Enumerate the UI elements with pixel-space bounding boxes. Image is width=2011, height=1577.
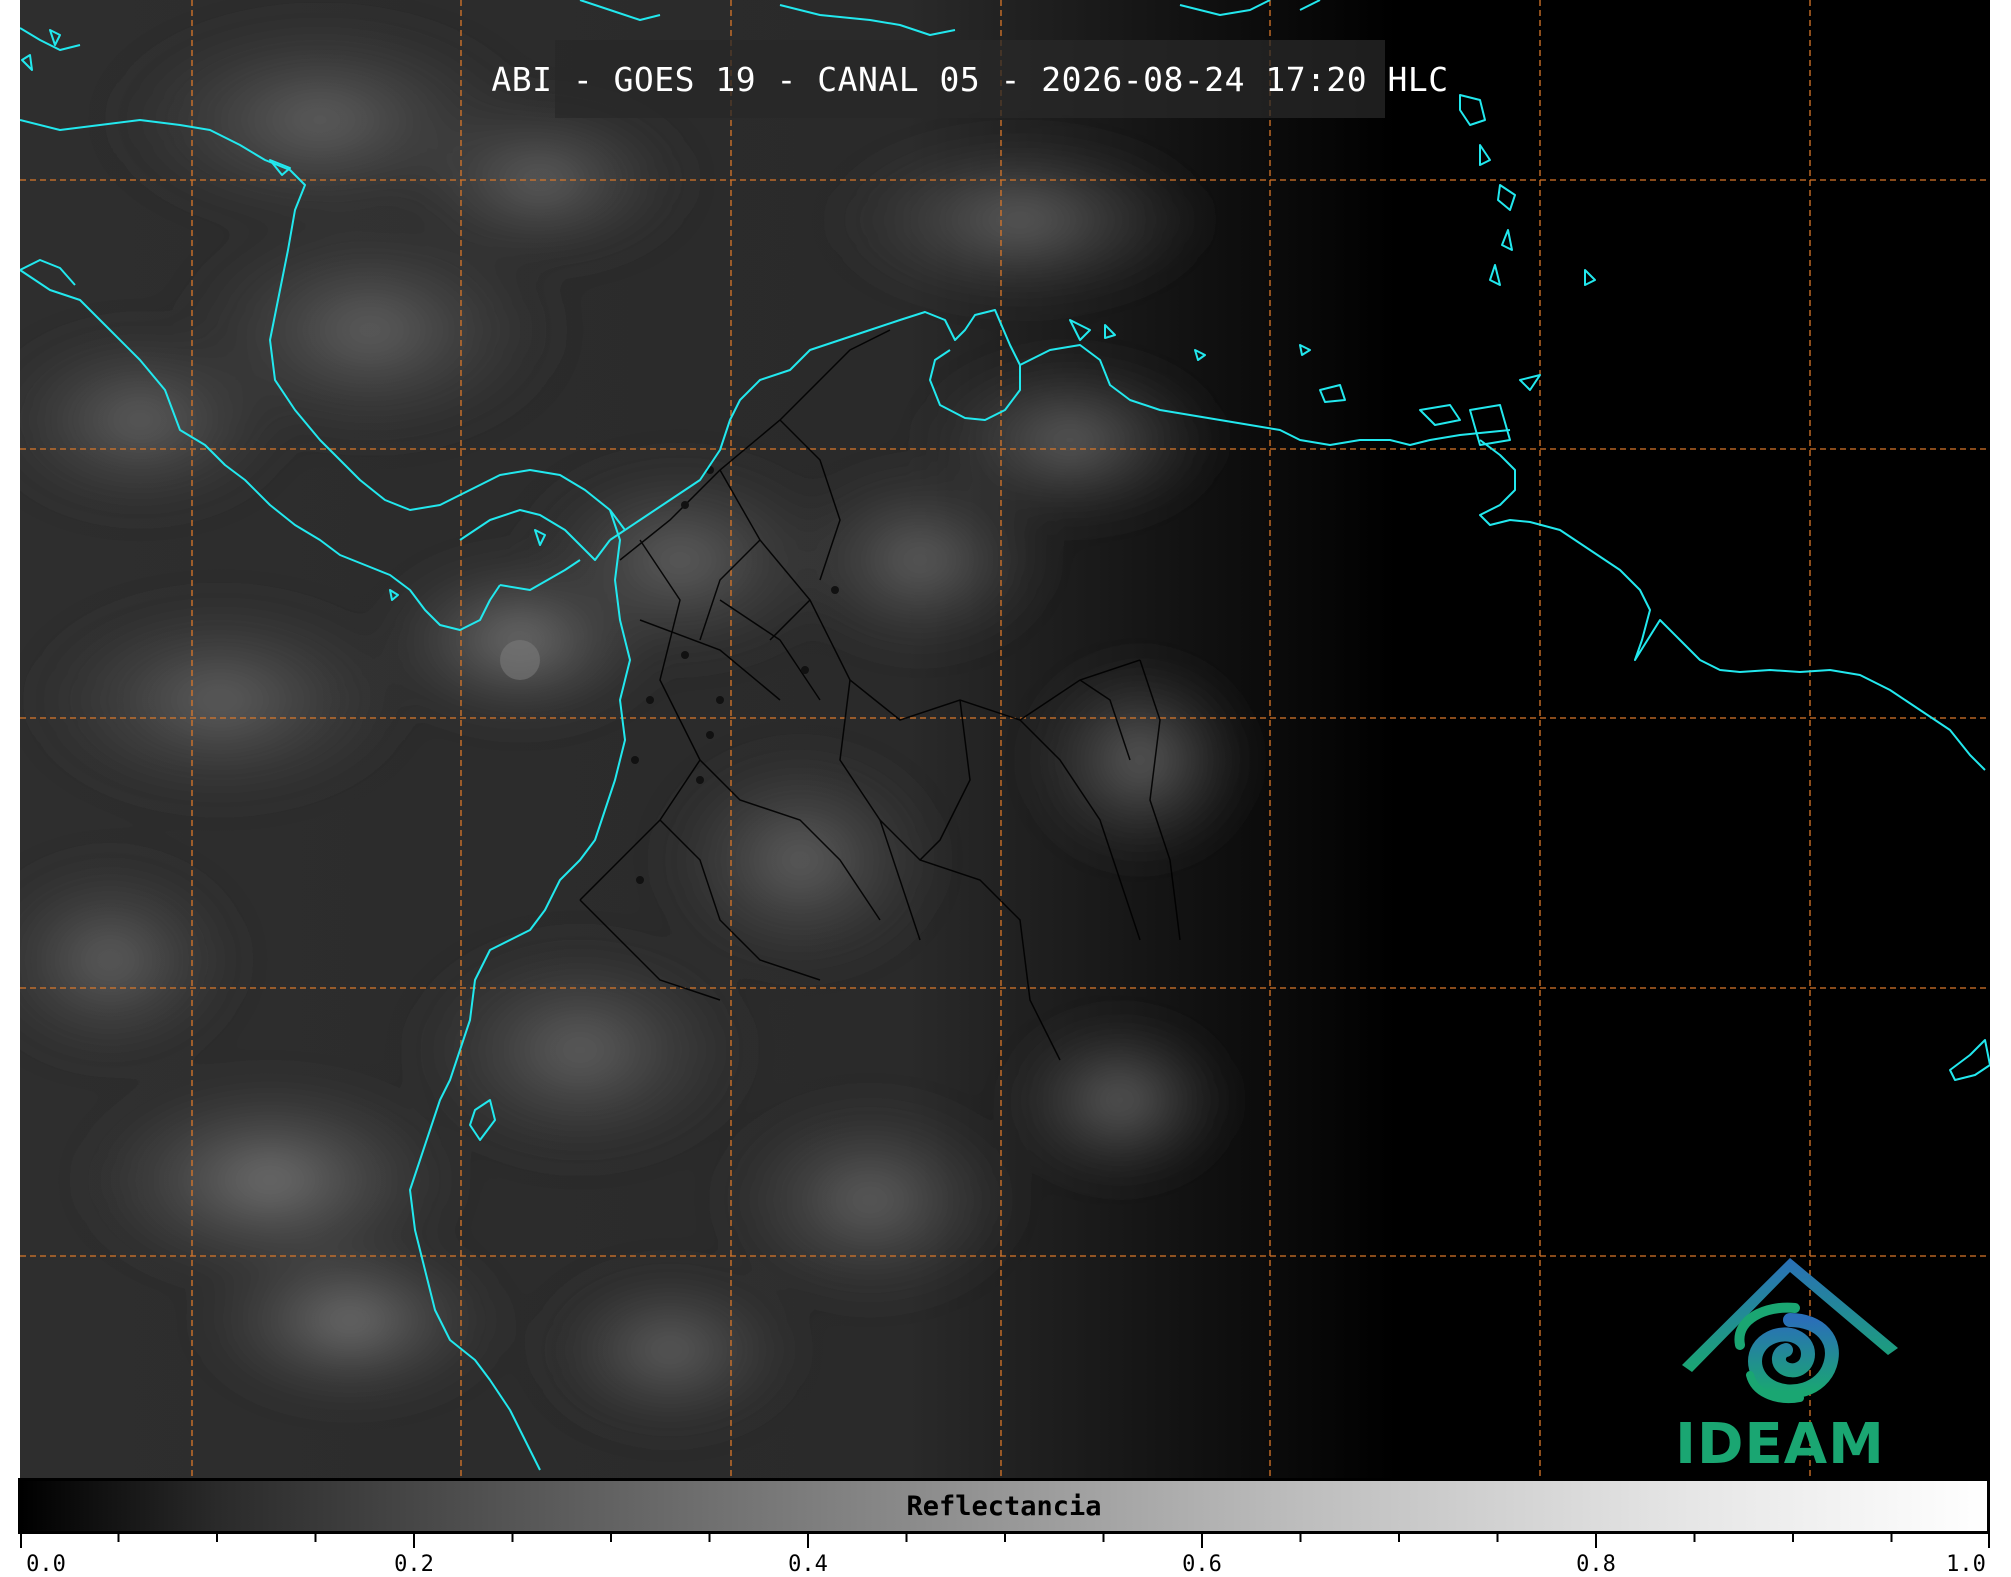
colorbar-tick-label: 1.0 [1946, 1552, 1986, 1577]
colorbar-tick-label: 0.8 [1576, 1552, 1616, 1577]
colorbar-tick-label: 0.2 [394, 1552, 434, 1577]
colorbar-axis: 0.0 0.2 0.4 0.6 0.8 1.0 [20, 1534, 1990, 1577]
ideam-logo-text: IDEAM [1675, 1412, 1885, 1477]
satellite-map: ABI - GOES 19 - CANAL 05 - 2026-08-24 17… [20, 0, 1990, 1478]
ideam-logo: IDEAM [1670, 1250, 1910, 1477]
storm-eye [500, 640, 540, 680]
colorbar-tick-label: 0.6 [1182, 1552, 1222, 1577]
map-title: ABI - GOES 19 - CANAL 05 - 2026-08-24 17… [491, 59, 1449, 99]
colorbar-tick-label: 0.4 [788, 1552, 828, 1577]
title-box: ABI - GOES 19 - CANAL 05 - 2026-08-24 17… [491, 40, 1448, 118]
colorbar: Reflectancia [18, 1478, 1990, 1534]
colorbar-tick-marks [20, 1534, 1990, 1548]
colorbar-label: Reflectancia [906, 1491, 1102, 1522]
colorbar-tick-label: 0.0 [26, 1552, 66, 1577]
ideam-logo-icon [1682, 1258, 1898, 1404]
